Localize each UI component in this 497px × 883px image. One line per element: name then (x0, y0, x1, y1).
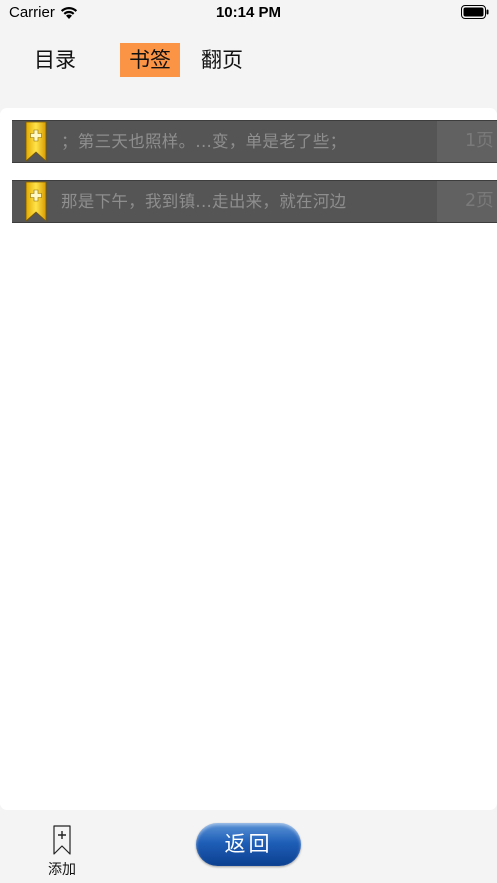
bookmark-page-box: 2页 (437, 181, 497, 222)
battery-icon (461, 5, 489, 19)
bookmark-plus-icon (25, 121, 47, 162)
bookmark-page-box: 1页 (437, 121, 497, 162)
tab-bookmarks[interactable]: 书签 (120, 43, 180, 77)
bookmark-page-number: 2页 (465, 191, 494, 211)
status-bar: Carrier 10:14 PM (0, 0, 497, 26)
bookmark-row[interactable]: ；第三天也照样。...变，单是老了些； 1页 (12, 120, 497, 163)
add-bookmark-button[interactable]: 添加 (42, 824, 82, 878)
tab-contents[interactable]: 目录 (22, 43, 88, 77)
bookmark-add-icon (53, 825, 71, 855)
reader-bookmarks-screen: Carrier 10:14 PM 目录 书签 翻页 ；第三天也照样。...变，单… (0, 0, 497, 883)
tab-pages[interactable]: 翻页 (191, 43, 253, 77)
back-button[interactable]: 返回 (196, 823, 301, 866)
status-time: 10:14 PM (215, 4, 282, 21)
bookmark-page-number: 1页 (465, 131, 494, 151)
bookmark-snippet: ；第三天也照样。...变，单是老了些； (61, 132, 347, 151)
bookmark-plus-icon (25, 181, 47, 222)
add-bookmark-label: 添加 (48, 862, 76, 878)
bookmark-row[interactable]: 那是下午，我到镇...走出来，就在河边 2页 (12, 180, 497, 223)
bookmark-snippet: 那是下午，我到镇...走出来，就在河边 (61, 192, 347, 211)
